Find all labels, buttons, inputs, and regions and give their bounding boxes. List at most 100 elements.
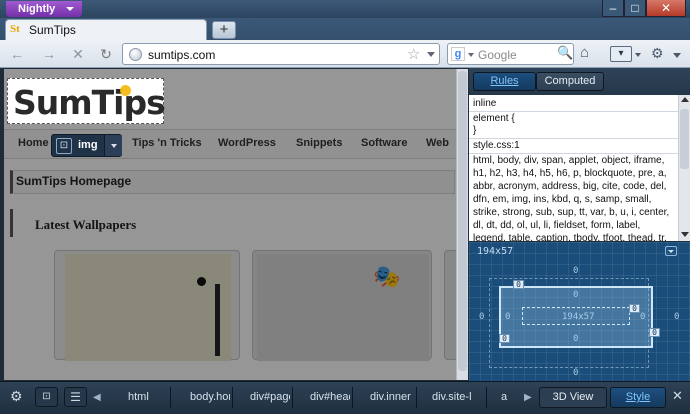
tab-sumtips[interactable]: St SumTips [5, 19, 207, 40]
logo-text: SumTips [13, 83, 166, 122]
bookmark-star-icon[interactable]: ☆ [407, 45, 420, 63]
resize-handle[interactable]: 0 [499, 334, 510, 343]
forward-button[interactable]: → [39, 44, 59, 64]
toolbar-menu-dropdown-icon[interactable] [673, 53, 681, 58]
rule-selector[interactable]: element { [473, 113, 515, 124]
rule-close-brace: } [473, 125, 477, 136]
minimize-button[interactable]: – [602, 0, 624, 17]
breadcrumb-div-inner[interactable]: div.inner [370, 387, 414, 408]
rule-selector-line: html, body, div, span, applet, object, i… [473, 155, 665, 166]
back-button[interactable]: ← [7, 44, 27, 64]
favicon-icon: St [10, 23, 20, 35]
breadcrumb-separator [170, 387, 171, 408]
web-content: SumTips Home Tips 'n Tricks WordPress Sn… [4, 69, 466, 380]
lightbulb-icon [120, 85, 131, 96]
rules-panel: inline element { } style.css:1 html, bod… [469, 95, 690, 241]
layout-dimensions-title: 194x57 [477, 246, 514, 257]
rule-source-stylesheet[interactable]: style.css:1 [473, 140, 520, 151]
highlighted-node-logo[interactable]: SumTips [7, 78, 166, 124]
title-bar [0, 0, 690, 18]
content-size-value: 194x57 [562, 312, 595, 322]
border-bottom-value[interactable]: 0 [573, 334, 578, 344]
url-text[interactable]: sumtips.com [148, 48, 215, 62]
new-tab-button[interactable]: + [212, 21, 236, 39]
sidebar-toolbar: Rules Computed [469, 68, 690, 95]
rule-selector-line: dl, dt, dd, ol, ul, li, fieldset, form, … [473, 220, 641, 231]
globe-icon [129, 48, 142, 61]
margin-bottom-value[interactable]: 0 [573, 368, 578, 378]
border-right-value[interactable]: 0 [640, 312, 645, 322]
bookmarks-dropdown-icon[interactable] [635, 53, 641, 57]
close-window-button[interactable]: ✕ [646, 0, 686, 17]
margin-right-value[interactable]: 0 [674, 312, 679, 322]
divider [469, 138, 678, 139]
chevron-down-icon [668, 250, 674, 253]
breadcrumb-html[interactable]: html [128, 387, 149, 408]
tab-rules[interactable]: Rules [473, 72, 536, 91]
resize-handle[interactable]: 0 [649, 328, 660, 337]
bookmarks-button[interactable]: ▾ [610, 46, 632, 62]
breadcrumb-separator [292, 387, 293, 408]
rule-selector-line: strike, strong, sub, sup, tt, var, b, u,… [473, 207, 670, 218]
border-left-value[interactable]: 0 [505, 312, 510, 322]
scrollbar-thumb[interactable] [458, 71, 467, 371]
tab-computed[interactable]: Computed [536, 72, 604, 91]
breadcrumb-div-site-logo[interactable]: div.site-l [432, 387, 474, 408]
breadcrumb-div-page[interactable]: div#page [250, 387, 290, 408]
page-scrollbar[interactable] [456, 69, 468, 380]
inspect-button[interactable]: ⊡ [35, 387, 58, 407]
search-engine-dropdown-icon[interactable] [468, 53, 474, 57]
gear-icon[interactable]: ⚙ [10, 388, 23, 405]
stop-button[interactable]: ✕ [68, 44, 88, 64]
divider [469, 111, 678, 112]
markup-panel-button[interactable]: ☰ [64, 387, 87, 407]
scroll-up-arrow-icon[interactable] [681, 97, 689, 102]
url-bar[interactable]: sumtips.com ☆ [122, 43, 440, 65]
search-input[interactable]: Google [478, 48, 517, 62]
rule-selector-line: h1, h2, h3, h4, h5, h6, p, blockquote, p… [473, 168, 667, 179]
style-button[interactable]: Style [610, 387, 666, 408]
breadcrumb-body[interactable]: body.hor [190, 387, 230, 408]
breadcrumb-scroll-left-icon[interactable]: ◀ [93, 392, 101, 403]
inspector-toolbar: ⚙ ⊡ ☰ ◀ html body.hor div#page div#head … [0, 381, 690, 414]
search-icon[interactable]: 🔍 [557, 45, 573, 61]
resize-handle[interactable]: 0 [513, 280, 524, 289]
scroll-down-arrow-icon[interactable] [681, 232, 689, 237]
chevron-down-icon [111, 144, 117, 148]
breadcrumb-a[interactable]: a [501, 387, 507, 408]
search-bar[interactable]: g Google 🔍 [447, 43, 574, 65]
chevron-down-icon [66, 7, 74, 11]
app-menu-label: Nightly [18, 3, 56, 15]
maximize-button[interactable]: □ [624, 0, 646, 17]
scrollbar-thumb[interactable] [680, 109, 689, 169]
margin-top-value[interactable]: 0 [573, 266, 578, 276]
close-inspector-icon[interactable]: ✕ [672, 388, 683, 404]
reload-button[interactable]: ↻ [96, 44, 116, 64]
breadcrumb-div-head[interactable]: div#head [310, 387, 350, 408]
select-element-icon[interactable]: ⊡ [56, 138, 72, 154]
resize-handle[interactable]: 0 [629, 304, 640, 313]
rules-scrollbar[interactable] [678, 95, 690, 241]
tab-title: SumTips [29, 23, 76, 37]
home-button[interactable]: ⌂ [580, 44, 589, 61]
rule-selector-line: dfn, em, img, ins, kbd, q, s, samp, smal… [473, 194, 652, 205]
node-tag-label[interactable]: img [78, 139, 98, 151]
app-menu-button[interactable]: Nightly [6, 1, 82, 17]
divider [469, 153, 678, 154]
extension-icon[interactable]: ⚙ [651, 45, 664, 62]
breadcrumb-separator [416, 387, 417, 408]
layout-collapse-toggle[interactable] [665, 246, 677, 256]
border-top-value[interactable]: 0 [573, 290, 578, 300]
google-icon[interactable]: g [451, 47, 465, 61]
breadcrumb-separator [232, 387, 233, 408]
node-menu-button[interactable] [104, 135, 122, 156]
breadcrumb-scroll-right-icon[interactable]: ▶ [524, 392, 532, 403]
3d-view-button[interactable]: 3D View [539, 387, 607, 408]
margin-left-value[interactable]: 0 [479, 312, 484, 322]
breadcrumb-separator [352, 387, 353, 408]
rule-source-inline[interactable]: inline [473, 98, 496, 109]
url-dropdown-icon[interactable] [427, 52, 435, 57]
inspector-sidebar: Rules Computed inline element { } style.… [469, 68, 690, 381]
breadcrumb-separator [486, 387, 487, 408]
rule-selector-line: legend, table, caption, tbody, tfoot, th… [473, 233, 667, 241]
